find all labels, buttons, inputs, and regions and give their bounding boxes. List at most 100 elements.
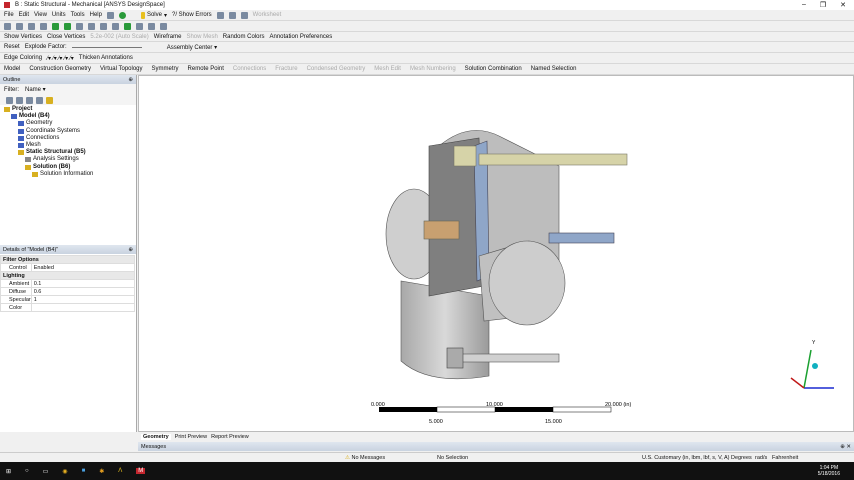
explode-factor-slider[interactable]	[71, 46, 142, 48]
collapse-icon[interactable]	[16, 96, 23, 104]
iso-ball[interactable]	[812, 363, 818, 369]
tree-item[interactable]: Analysis Settings	[4, 156, 136, 163]
tree-item[interactable]: Model (B4)	[4, 113, 136, 120]
expand-icon[interactable]	[6, 96, 13, 104]
start-icon[interactable]: ⊞	[6, 468, 11, 475]
context-tab-model[interactable]: Model	[4, 66, 20, 72]
close-vertices-button[interactable]: Close Vertices	[47, 34, 85, 40]
new-section-icon[interactable]	[106, 11, 114, 19]
tree-item[interactable]: Geometry	[4, 120, 136, 127]
close-icon[interactable]: ⊕ ✕	[840, 444, 851, 450]
tree-item[interactable]: Solution (B6)	[4, 164, 136, 171]
tree-item[interactable]: Project	[4, 106, 136, 113]
rotate-icon[interactable]	[76, 22, 83, 30]
mechanical-icon[interactable]: M	[136, 468, 146, 474]
print-icon[interactable]	[160, 22, 167, 30]
filter-dropdown[interactable]: Name ▾	[25, 86, 65, 93]
details-row[interactable]: Control Enabled	[0, 263, 136, 272]
tree-item[interactable]: Solution Information	[4, 171, 136, 178]
context-tab-solution-combination[interactable]: Solution Combination	[465, 66, 522, 72]
context-tab-mesh-edit[interactable]: Mesh Edit	[374, 66, 401, 72]
update-icon[interactable]	[118, 11, 126, 19]
show-errors-button[interactable]: ?/ Show Errors	[172, 12, 212, 18]
select-icon[interactable]	[16, 22, 23, 30]
body-select-icon[interactable]	[64, 22, 71, 30]
menu-file[interactable]: File	[4, 12, 14, 18]
select-icon[interactable]	[4, 22, 11, 30]
tolerance-field[interactable]: 5.2e-002 (Auto Scale)	[90, 34, 148, 40]
details-row[interactable]: Color	[0, 303, 136, 312]
property-value[interactable]	[30, 303, 136, 312]
status-rot[interactable]: rad/s	[755, 455, 767, 461]
menu-help[interactable]: Help	[90, 12, 102, 18]
status-temp[interactable]: Fahrenheit	[772, 455, 798, 461]
clock[interactable]: 1:04 PM 5/18/2016	[818, 465, 854, 477]
task-view-icon[interactable]: ▭	[43, 468, 49, 475]
zoom-icon[interactable]	[100, 22, 107, 30]
tree-icon[interactable]	[36, 96, 43, 104]
property-value[interactable]: 0.6	[30, 287, 136, 296]
close-icon[interactable]: ✕	[840, 1, 846, 9]
property-value[interactable]: 0.1	[30, 279, 136, 288]
pin-icon[interactable]: ⊕	[128, 77, 133, 83]
menu-view[interactable]: View	[34, 12, 47, 18]
chrome-icon[interactable]: ◉	[62, 468, 67, 475]
menu-tools[interactable]: Tools	[71, 12, 85, 18]
context-tab-connections[interactable]: Connections	[233, 66, 266, 72]
worksheet-button[interactable]: Worksheet	[253, 12, 282, 18]
solve-button[interactable]: Solve ▾	[140, 11, 167, 19]
settings-icon[interactable]: ✱	[99, 468, 104, 475]
tab-geometry[interactable]: Geometry	[141, 433, 171, 440]
zoom-box-icon[interactable]	[112, 22, 119, 30]
tab-report-preview[interactable]: Report Preview	[211, 434, 249, 440]
context-tab-construction-geometry[interactable]: Construction Geometry	[29, 66, 91, 72]
tool-icon[interactable]	[216, 11, 224, 19]
wireframe-button[interactable]: Wireframe	[154, 34, 182, 40]
status-units[interactable]: U.S. Customary (in, lbm, lbf, s, V, A)	[642, 455, 730, 461]
tool-icon[interactable]	[228, 11, 236, 19]
edge-coloring-button[interactable]: Edge Coloring	[4, 55, 42, 61]
details-row[interactable]: Specular 1	[0, 295, 136, 304]
property-value[interactable]: 1	[30, 295, 136, 304]
maximize-icon[interactable]: ❐	[820, 1, 826, 9]
details-section[interactable]: Lighting	[0, 271, 135, 280]
assembly-center-dropdown[interactable]: Assembly Center ▾	[167, 44, 227, 51]
status-angle[interactable]: Degrees	[731, 455, 752, 461]
details-section[interactable]: Filter Options	[0, 255, 135, 264]
status-messages[interactable]: ⚠ No Messages	[345, 455, 385, 461]
tree-icon[interactable]	[26, 96, 33, 104]
graphics-viewport[interactable]: Y 0.000 10.000 20.000 (in) 5.000 15.000	[138, 75, 854, 432]
select-icon[interactable]	[28, 22, 35, 30]
body-select-icon[interactable]	[52, 22, 59, 30]
context-tab-symmetry[interactable]: Symmetry	[152, 66, 179, 72]
context-tab-mesh-numbering[interactable]: Mesh Numbering	[410, 66, 456, 72]
edge-style-icon[interactable]: ⁄▾ ⁄▾ ⁄▾ ⁄▾ ⁄▾	[47, 55, 74, 62]
details-row[interactable]: Diffuse 0.6	[0, 287, 136, 296]
ansys-icon[interactable]: Λ	[118, 468, 122, 474]
thicken-annotations-button[interactable]: Thicken Annotations	[79, 55, 133, 61]
reset-button[interactable]: Reset	[4, 44, 20, 50]
pin-icon[interactable]: ⊕	[128, 247, 133, 253]
property-value[interactable]: Enabled	[30, 263, 136, 272]
tree-item[interactable]: Coordinate Systems	[4, 128, 136, 135]
app-icon[interactable]: ■	[82, 468, 86, 474]
zoom-fit-icon[interactable]	[124, 22, 131, 30]
show-vertices-button[interactable]: Show Vertices	[4, 34, 42, 40]
tool-icon[interactable]	[240, 11, 248, 19]
view-icon[interactable]	[148, 22, 155, 30]
annotation-preferences-button[interactable]: Annotation Preferences	[269, 34, 332, 40]
context-tab-virtual-topology[interactable]: Virtual Topology	[100, 66, 142, 72]
search-icon[interactable]: ○	[25, 468, 29, 474]
tree-item[interactable]: Mesh	[4, 142, 136, 149]
minimize-icon[interactable]: –	[802, 1, 806, 9]
details-row[interactable]: Ambient 0.1	[0, 279, 136, 288]
random-colors-button[interactable]: Random Colors	[223, 34, 265, 40]
tree-item[interactable]: Static Structural (B5)	[4, 149, 136, 156]
context-tab-remote-point[interactable]: Remote Point	[188, 66, 224, 72]
menu-edit[interactable]: Edit	[19, 12, 29, 18]
show-mesh-button[interactable]: Show Mesh	[186, 34, 217, 40]
tab-print-preview[interactable]: Print Preview	[175, 434, 207, 440]
select-mode-icon[interactable]	[40, 22, 47, 30]
folder-icon[interactable]	[46, 96, 53, 104]
context-tab-fracture[interactable]: Fracture	[275, 66, 297, 72]
